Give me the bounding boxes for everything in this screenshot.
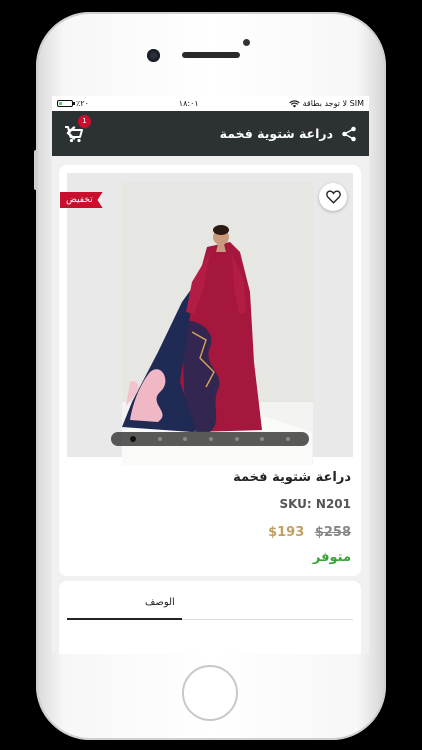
details-card: الوصف [59, 581, 361, 654]
wifi-icon [288, 99, 300, 107]
availability-status: متوفر [312, 550, 351, 565]
product-image-carousel[interactable]: تخفيض [60, 173, 353, 465]
status-bar: ٪٢٠ ١٨:٠١ لا توجد بطاقة SIM [52, 96, 369, 111]
image-pager[interactable] [111, 432, 309, 446]
status-left: ٪٢٠ [57, 99, 89, 108]
home-button[interactable] [182, 665, 238, 721]
product-info: دراعة شتوية فخمة SKU: N201 $193 $258 متو… [233, 470, 351, 565]
carrier-label: لا توجد بطاقة SIM [302, 99, 364, 108]
original-price: $258 [314, 525, 351, 540]
battery-icon [57, 100, 75, 107]
app-screen: ٪٢٠ ١٨:٠١ لا توجد بطاقة SIM 1 دراعة شتوي… [52, 96, 369, 654]
sale-price: $193 [268, 525, 305, 540]
page-title: دراعة شتوية فخمة [219, 126, 333, 141]
sale-badge: تخفيض [60, 192, 103, 208]
pager-dot[interactable] [260, 437, 265, 441]
proximity-sensor [243, 39, 250, 46]
pager-dot[interactable] [234, 437, 239, 441]
front-camera [147, 49, 160, 62]
product-card: تخفيض دراعة شتوية فخمة SKU: N201 $193 $2… [59, 165, 361, 576]
pager-dot[interactable] [157, 437, 162, 441]
status-right: لا توجد بطاقة SIM [288, 99, 364, 108]
back-chevron-icon[interactable] [65, 126, 77, 140]
tab-description-label: الوصف [145, 597, 175, 608]
earpiece-speaker [182, 52, 240, 58]
battery-percent: ٪٢٠ [76, 99, 89, 108]
pager-dot-active[interactable] [129, 436, 136, 442]
volume-button [34, 150, 38, 190]
tab-active-indicator [67, 618, 182, 620]
wishlist-button[interactable] [319, 183, 347, 211]
status-time: ١٨:٠١ [178, 99, 199, 108]
heart-icon [325, 190, 341, 204]
cart-count-badge: 1 [78, 114, 91, 128]
pager-dot[interactable] [183, 437, 188, 441]
top-app-bar: 1 دراعة شتوية فخمة [52, 111, 369, 156]
pager-dot[interactable] [208, 437, 213, 441]
header-title-group: دراعة شتوية فخمة [220, 126, 357, 142]
price-row: $193 $258 [233, 525, 351, 540]
product-sku: SKU: N201 [279, 497, 351, 511]
tab-description[interactable]: الوصف [67, 595, 353, 620]
product-name: دراعة شتوية فخمة [233, 470, 351, 485]
product-photo [122, 182, 313, 465]
share-icon[interactable] [341, 126, 357, 142]
pager-dot[interactable] [286, 437, 291, 441]
